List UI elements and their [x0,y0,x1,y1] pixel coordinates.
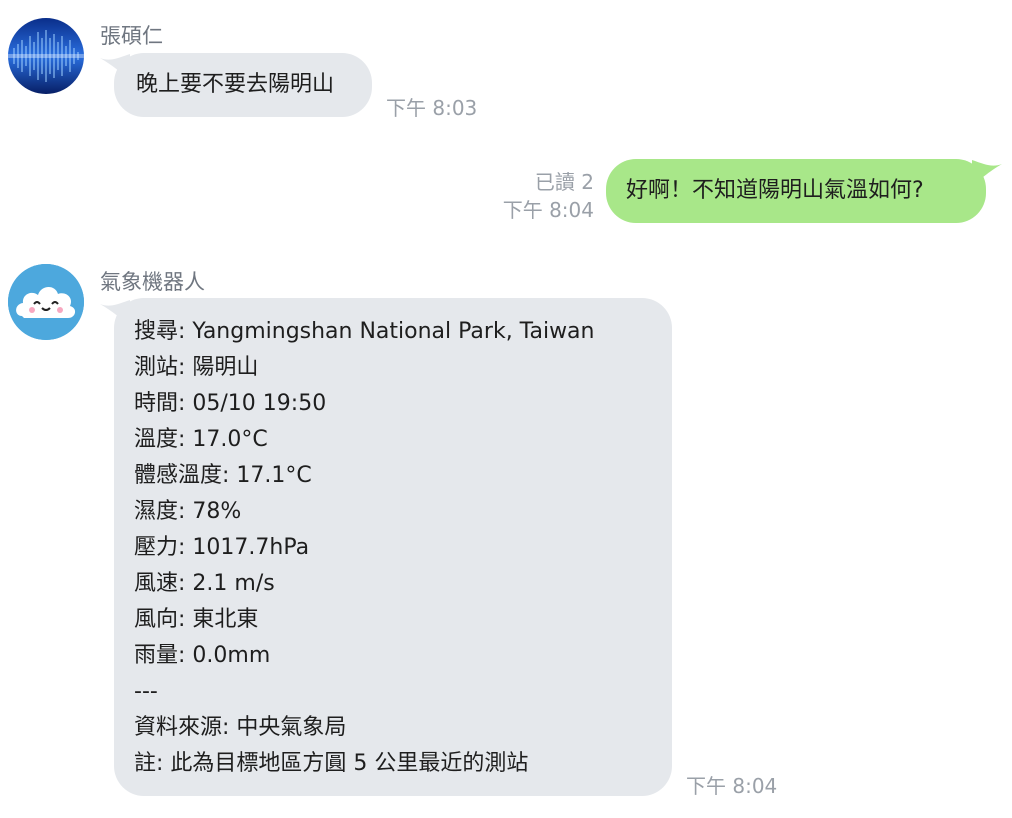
sender-name: 氣象機器人 [100,270,205,294]
bot-line-wind-speed: 風速: 2.1 m/s [134,571,275,596]
message-text: 晚上要不要去陽明山 [136,72,335,97]
bot-avatar[interactable] [8,264,84,340]
bubble-tail [972,160,1002,186]
message-timestamp: 下午 8:04 [502,198,594,222]
bot-line-humidity: 濕度: 78% [134,499,242,524]
bot-line-temperature: 溫度: 17.0°C [134,427,268,452]
bot-line-search: 搜尋: Yangmingshan National Park, Taiwan [134,319,595,344]
bot-line-feels-like: 體感溫度: 17.1°C [134,463,312,488]
bot-line-station: 測站: 陽明山 [134,355,259,380]
cloud-face-avatar-icon [8,264,84,340]
bot-line-note: 註: 此為目標地區方圓 5 公里最近的測站 [134,751,529,776]
user-avatar[interactable] [8,18,84,94]
read-receipt: 已讀 2 [534,170,594,194]
bot-line-pressure: 壓力: 1017.7hPa [134,535,310,560]
bot-line-wind-direction: 風向: 東北東 [134,607,259,632]
blue-soundwave-avatar-icon [8,18,84,94]
message-bubble[interactable]: 好啊！不知道陽明山氣溫如何? [606,159,986,223]
message-text: 好啊！不知道陽明山氣溫如何? [626,178,924,203]
chat-window: 張碩仁 晚上要不要去陽明山 下午 8:03 已讀 2 下午 8:04 好啊！不知… [0,0,1012,818]
message-timestamp: 下午 8:04 [686,774,778,798]
message-timestamp: 下午 8:03 [386,96,478,120]
message-bubble[interactable]: 晚上要不要去陽明山 [114,53,372,117]
bot-line-rainfall: 雨量: 0.0mm [134,643,271,668]
bot-line-time: 時間: 05/10 19:50 [134,391,327,416]
bot-line-separator: --- [134,679,158,704]
sender-name: 張碩仁 [100,24,163,48]
bot-line-source: 資料來源: 中央氣象局 [134,715,347,740]
bot-message-bubble[interactable]: 搜尋: Yangmingshan National Park, Taiwan 測… [114,298,672,796]
